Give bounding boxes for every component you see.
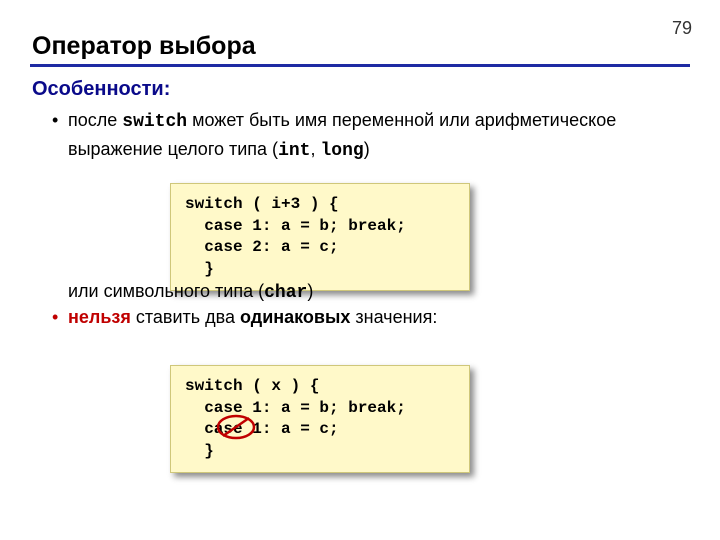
keyword-int: int: [278, 141, 310, 161]
bullet-item-1: • после switch может быть имя переменной…: [52, 107, 692, 165]
page-number: 79: [672, 18, 692, 39]
bullet-item-2: • нельзя ставить два одинаковых значения…: [52, 307, 437, 328]
content-area: Особенности: • после switch может быть и…: [32, 78, 692, 165]
code-block-2: switch ( x ) { case 1: a = b; break; cas…: [170, 365, 470, 473]
text: ): [364, 139, 370, 159]
bullet-text: нельзя ставить два одинаковых значения:: [68, 307, 437, 328]
bullet-dot-red: •: [52, 307, 68, 328]
emphasis-bold: одинаковых: [240, 307, 350, 327]
text: ): [307, 281, 313, 301]
text: ставить два: [131, 307, 240, 327]
subheading: Особенности:: [32, 78, 692, 101]
bullet-dot: •: [52, 107, 68, 134]
emphasis-red: нельзя: [68, 307, 131, 327]
title-underline: [30, 64, 690, 67]
keyword-char: char: [264, 283, 307, 303]
page-title: Оператор выбора: [32, 32, 256, 61]
text: ,: [310, 139, 320, 159]
continuation-line: или символьного типа (char): [68, 281, 313, 303]
text: после: [68, 110, 122, 130]
text: значения:: [350, 307, 437, 327]
code-block-1: switch ( i+3 ) { case 1: a = b; break; c…: [170, 183, 470, 291]
keyword-switch: switch: [122, 112, 187, 132]
keyword-long: long: [320, 141, 363, 161]
bullet-text: после switch может быть имя переменной и…: [68, 107, 692, 165]
text: или символьного типа (: [68, 281, 264, 301]
